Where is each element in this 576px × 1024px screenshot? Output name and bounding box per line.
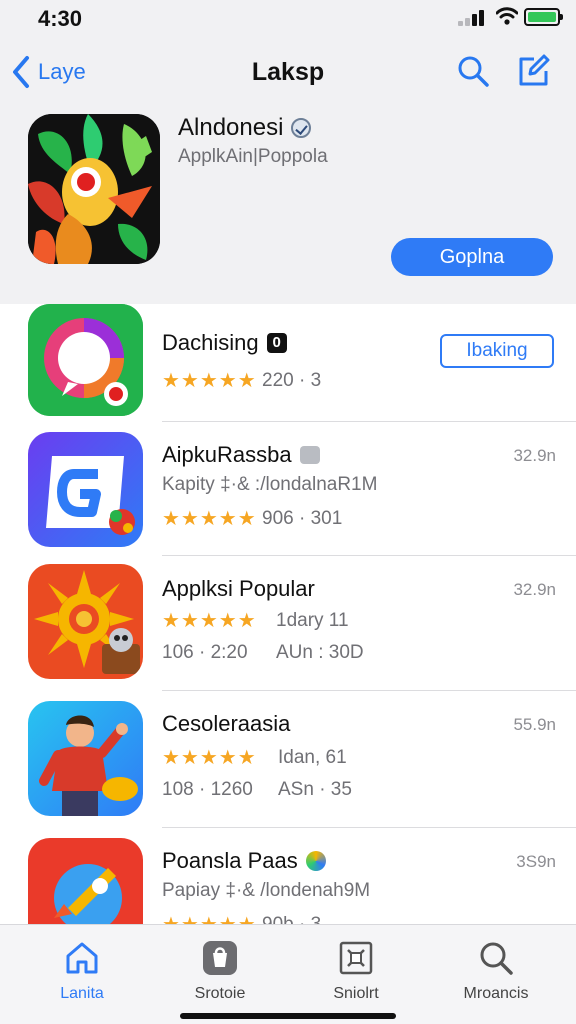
rating-meta: 906 · 301 bbox=[262, 508, 343, 529]
scan-icon bbox=[339, 941, 373, 975]
wifi-icon bbox=[496, 7, 518, 25]
app-name: Cesoleraasia bbox=[162, 711, 291, 736]
status-bar: 4:30 bbox=[0, 0, 576, 40]
featured-app-subtitle: ApplkAin|Poppola bbox=[178, 146, 328, 167]
tab-bar: Lanita Srotoie Sniolrt Mroancis bbox=[0, 924, 576, 1024]
app-subtitle: Papiay ‡·& /londenah9M bbox=[162, 880, 371, 901]
rating-meta: 220 · 3 bbox=[262, 370, 322, 391]
navigation-bar: Laye Laksp bbox=[0, 40, 576, 102]
rating-count: Idan, 61 bbox=[278, 747, 347, 768]
tab-label: Lanita bbox=[60, 985, 104, 1002]
app-name: Applksi Popular bbox=[162, 576, 315, 601]
globe-icon bbox=[305, 851, 326, 871]
list-item[interactable]: Poansla Paas Papiay ‡·& /londenah9M ★★★★… bbox=[0, 828, 576, 924]
chat-bubble-app-icon bbox=[28, 304, 143, 416]
featured-app: Alndonesi ApplkAin|Poppola Goplna bbox=[0, 102, 576, 304]
rating-meta: 90b · 3 bbox=[262, 914, 321, 924]
meta-right: ASn · 35 bbox=[278, 779, 352, 800]
meta-left: 106 · 2:20 bbox=[162, 642, 248, 663]
get-button[interactable]: Goplna bbox=[391, 238, 553, 276]
tab-store[interactable]: Srotoie bbox=[148, 939, 292, 1003]
list-item[interactable]: AipkuRassba Kapity ‡·& :/londalnaR1M ★★★… bbox=[0, 422, 576, 556]
star-rating: ★★★★★ bbox=[162, 912, 257, 924]
abstract-bird-app-icon[interactable] bbox=[28, 114, 160, 264]
meta-right: AUn : 30D bbox=[276, 642, 364, 663]
featured-app-title: Alndonesi bbox=[178, 114, 312, 142]
timestamp: 55.9n bbox=[513, 715, 556, 734]
sun-app-icon bbox=[28, 564, 143, 679]
tab-label: Srotoie bbox=[194, 985, 246, 1002]
star-rating: ★★★★★ bbox=[162, 747, 257, 769]
tab-search[interactable]: Mroancis bbox=[424, 939, 568, 1003]
badge: 0 bbox=[266, 333, 287, 353]
timestamp: 32.9n bbox=[513, 446, 556, 465]
search-icon[interactable] bbox=[456, 54, 490, 88]
character-app-icon bbox=[28, 701, 143, 816]
cloud-icon bbox=[299, 446, 320, 464]
list-item[interactable]: Cesoleraasia ★★★★★ Idan, 61 108 · 1260 A… bbox=[0, 691, 576, 828]
rocket-app-icon bbox=[28, 838, 143, 924]
tab-scan[interactable]: Sniolrt bbox=[284, 939, 428, 1003]
list-item[interactable]: Applksi Popular ★★★★★ 1dary 11 106 · 2:2… bbox=[0, 556, 576, 691]
letter-g-app-icon bbox=[28, 432, 143, 547]
battery-icon bbox=[524, 8, 563, 26]
app-name: Poansla Paas bbox=[162, 848, 326, 874]
home-icon bbox=[66, 942, 98, 974]
timestamp: 3S9n bbox=[516, 852, 556, 871]
cellular-signal-icon bbox=[458, 10, 490, 26]
star-rating: ★★★★★ bbox=[162, 370, 257, 392]
compose-icon[interactable] bbox=[516, 54, 550, 88]
app-subtitle: Kapity ‡·& :/londalnaR1M bbox=[162, 474, 378, 495]
list-item[interactable]: Dachising 0 ★★★★★ 220 · 3 Ibaking bbox=[0, 304, 576, 422]
home-indicator bbox=[180, 1013, 396, 1019]
timestamp: 32.9n bbox=[513, 580, 556, 599]
app-name: AipkuRassba bbox=[162, 442, 320, 468]
rating-count: 1dary 11 bbox=[276, 610, 349, 631]
open-button[interactable]: Ibaking bbox=[440, 334, 554, 368]
tab-label: Sniolrt bbox=[333, 985, 379, 1002]
star-rating: ★★★★★ bbox=[162, 508, 257, 530]
search-icon bbox=[480, 942, 513, 975]
tab-label: Mroancis bbox=[463, 985, 529, 1002]
featured-app-name: Alndonesi bbox=[178, 114, 284, 141]
meta-left: 108 · 1260 bbox=[162, 779, 253, 800]
tab-home[interactable]: Lanita bbox=[10, 939, 154, 1003]
app-list: Dachising 0 ★★★★★ 220 · 3 Ibaking AipkuR… bbox=[0, 304, 576, 924]
app-name: Dachising 0 bbox=[162, 330, 287, 356]
status-time: 4:30 bbox=[38, 6, 83, 31]
store-icon bbox=[203, 941, 237, 975]
verified-icon bbox=[291, 118, 312, 138]
star-rating: ★★★★★ bbox=[162, 610, 257, 632]
